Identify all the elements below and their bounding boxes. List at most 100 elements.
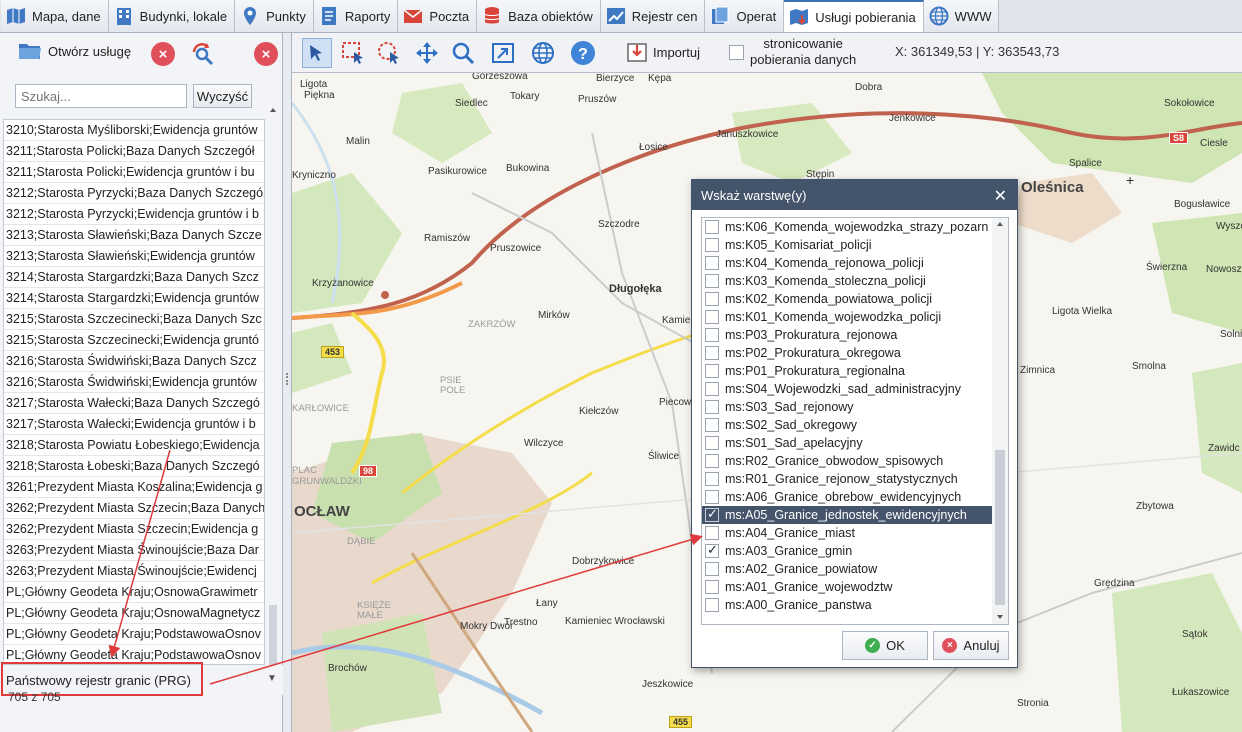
list-item[interactable]: 3218;Starosta Powiatu Łobeskiego;Ewidenc… [4,435,264,456]
layer-item[interactable]: ms:A04_Granice_miast [702,524,992,542]
layer-checkbox[interactable] [705,256,719,270]
search-input[interactable] [15,84,187,108]
layer-item[interactable]: ms:S01_Sad_apelacyjny [702,434,992,452]
list-item[interactable]: 3261;Prezydent Miasta Koszalina;Ewidencj… [4,477,264,498]
layer-item[interactable]: ms:P03_Prokuratura_rejonowa [702,326,992,344]
layer-checkbox[interactable] [705,310,719,324]
chevron-down-icon[interactable]: ▼ [267,673,277,684]
layer-item[interactable]: ms:S03_Sad_rejonowy [702,398,992,416]
layer-item[interactable]: ms:S02_Sad_okregowy [702,416,992,434]
layer-checkbox[interactable] [705,382,719,396]
layer-item[interactable]: ms:A00_Granice_panstwa [702,596,992,614]
list-item[interactable]: 3211;Starosta Policki;Baza Danych Szczeg… [4,141,264,162]
tab-map[interactable]: Mapa, dane [1,0,109,32]
zoom-button[interactable] [448,38,478,68]
panel-splitter[interactable] [283,33,292,732]
layer-checkbox[interactable] [705,506,719,522]
layer-item[interactable]: ms:R01_Granice_rejonow_statystycznych [702,470,992,488]
layer-item[interactable]: ms:A02_Granice_powiatow [702,560,992,578]
list-item[interactable]: 3214;Starosta Stargardzki;Ewidencja grun… [4,288,264,309]
layer-checkbox[interactable] [705,542,719,558]
layer-item[interactable]: ms:P02_Prokuratura_okregowa [702,344,992,362]
layer-item[interactable]: ms:R02_Granice_obwodow_spisowych [702,452,992,470]
list-item[interactable]: 3217;Starosta Wałecki;Baza Danych Szczeg… [4,393,264,414]
rect-select-button[interactable] [338,38,368,68]
layer-item[interactable]: ms:A06_Granice_obrebow_ewidencyjnych [702,488,992,506]
layer-list-scrollbar[interactable] [992,218,1008,624]
layer-checkbox[interactable] [705,418,719,432]
cancel-button[interactable]: × Anuluj [933,631,1009,660]
list-item[interactable]: 3211;Starosta Policki;Ewidencja gruntów … [4,162,264,183]
open-service-button[interactable]: Otwórz usługę [18,40,131,62]
web-service-button[interactable] [528,38,558,68]
list-item[interactable]: PL;Główny Geodeta Kraju;OsnowaMagnetycz [4,603,264,624]
list-item[interactable]: 3262;Prezydent Miasta Szczecin;Ewidencja… [4,519,264,540]
list-item[interactable]: 3263;Prezydent Miasta Świnoujście;Baza D… [4,540,264,561]
select-tool-button[interactable] [302,38,332,68]
layer-item[interactable]: ms:K06_Komenda_wojewodzka_strazy_pozarn [702,218,992,236]
layer-checkbox[interactable] [705,598,719,612]
layer-checkbox[interactable] [705,364,719,378]
layer-checkbox[interactable] [705,400,719,414]
list-item[interactable]: 3215;Starosta Szczecinecki;Ewidencja gru… [4,330,264,351]
layer-checkbox[interactable] [705,436,719,450]
list-item[interactable]: 3262;Prezydent Miasta Szczecin;Baza Dany… [4,498,264,519]
layer-item[interactable]: ms:P01_Prokuratura_regionalna [702,362,992,380]
list-item[interactable]: 3217;Starosta Wałecki;Ewidencja gruntów … [4,414,264,435]
layer-item[interactable]: ms:A01_Granice_wojewodztw [702,578,992,596]
layer-checkbox[interactable] [705,238,719,252]
ok-button[interactable]: ✓ OK [842,631,928,660]
paging-checkbox[interactable] [729,45,744,60]
layer-checkbox[interactable] [705,454,719,468]
delete-service-button[interactable]: × [151,42,175,66]
list-item[interactable]: 3214;Starosta Stargardzki;Baza Danych Sz… [4,267,264,288]
tab-database[interactable]: Baza obiektów [477,0,601,32]
layer-checkbox[interactable] [705,292,719,306]
scroll-thumb[interactable] [995,450,1005,605]
layer-checkbox[interactable] [705,274,719,288]
layer-checkbox[interactable] [705,490,719,504]
layer-checkbox[interactable] [705,580,719,594]
list-item[interactable]: 3213;Starosta Sławieński;Baza Danych Szc… [4,225,264,246]
list-item[interactable]: 3215;Starosta Szczecinecki;Baza Danych S… [4,309,264,330]
list-item[interactable]: 3210;Starosta Myśliborski;Ewidencja grun… [4,120,264,141]
list-item[interactable]: PL;Główny Geodeta Kraju;PodstawowaOsnov [4,624,264,645]
layer-checkbox[interactable] [705,562,719,576]
layer-item[interactable]: ms:S04_Wojewodzki_sad_administracyjny [702,380,992,398]
list-item[interactable]: 3218;Starosta Łobeski;Baza Danych Szczeg… [4,456,264,477]
zoom-extent-button[interactable] [488,38,518,68]
help-button[interactable]: ? [568,38,598,68]
layer-item[interactable]: ms:K01_Komenda_wojewodzka_policji [702,308,992,326]
tab-globe[interactable]: WWW [923,0,1000,32]
tab-mail[interactable]: Poczta [398,0,478,32]
list-item[interactable]: 3263;Prezydent Miasta Świnoujście;Ewiden… [4,561,264,582]
close-panel-button[interactable]: × [254,42,278,66]
refresh-search-button[interactable] [190,40,216,69]
tab-building[interactable]: Budynki, lokale [108,0,236,32]
list-item[interactable]: 3212;Starosta Pyrzycki;Ewidencja gruntów… [4,204,264,225]
layer-item[interactable]: ms:A05_Granice_jednostek_ewidencyjnych [702,506,992,524]
layer-item[interactable]: ms:K04_Komenda_rejonowa_policji [702,254,992,272]
tab-download-map[interactable]: Usługi pobierania [784,0,924,32]
list-item[interactable]: PL;Główny Geodeta Kraju;OsnowaGrawimetr [4,582,264,603]
circle-select-button[interactable] [374,38,404,68]
services-scrollbar[interactable] [265,105,281,685]
layer-item[interactable]: ms:K02_Komenda_powiatowa_policji [702,290,992,308]
tab-pin[interactable]: Punkty [235,0,314,32]
layer-checkbox[interactable] [705,472,719,486]
tab-document[interactable]: Operat [705,0,785,32]
tab-chart[interactable]: Rejestr cen [600,0,706,32]
dialog-close-button[interactable]: ✕ [994,186,1007,206]
layer-item[interactable]: ms:K03_Komenda_stoleczna_policji [702,272,992,290]
layer-checkbox[interactable] [705,328,719,342]
list-item[interactable]: 3212;Starosta Pyrzycki;Baza Danych Szcze… [4,183,264,204]
layer-item[interactable]: ms:K05_Komisariat_policji [702,236,992,254]
layer-item[interactable]: ms:A03_Granice_gmin [702,542,992,560]
layer-checkbox[interactable] [705,526,719,540]
import-button[interactable]: Importuj [626,41,700,63]
clear-button[interactable]: Wyczyść [193,84,252,108]
layer-checkbox[interactable] [705,220,719,234]
layer-checkbox[interactable] [705,346,719,360]
tab-report[interactable]: Raporty [313,0,399,32]
list-item[interactable]: 3216;Starosta Świdwiński;Ewidencja grunt… [4,372,264,393]
